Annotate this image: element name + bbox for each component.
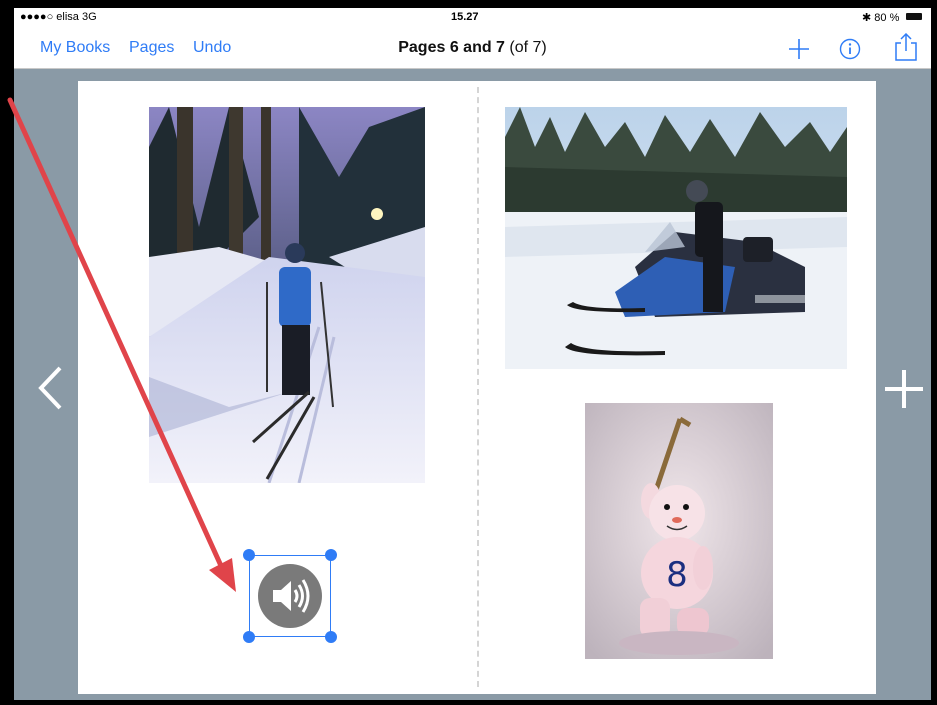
resize-handle-bottom-left[interactable] — [243, 631, 255, 643]
plus-icon[interactable] — [788, 38, 810, 60]
book-spread: 8 — [78, 81, 876, 694]
page-title-pages: Pages 6 and 7 — [398, 39, 505, 56]
resize-handle-top-right[interactable] — [325, 549, 337, 561]
page-divider — [477, 87, 479, 687]
speaker-icon[interactable] — [257, 563, 323, 629]
carrier-signal: ●●●●○ elisa 3G — [20, 11, 97, 23]
audio-clip-selection[interactable] — [243, 549, 337, 643]
app-window: ●●●●○ elisa 3G 15.27 ✱ 80 % My Books Pag… — [14, 8, 931, 700]
resize-handle-top-left[interactable] — [243, 549, 255, 561]
svg-text:8: 8 — [666, 555, 688, 595]
snowmobile-photo[interactable] — [505, 107, 847, 369]
resize-handle-bottom-right[interactable] — [325, 631, 337, 643]
info-icon[interactable] — [839, 38, 861, 60]
skier-photo[interactable] — [149, 107, 425, 483]
page-title-count: (of 7) — [509, 39, 547, 56]
share-icon[interactable] — [895, 33, 917, 61]
add-page-plus-icon[interactable] — [883, 368, 925, 410]
snow-sculpture-photo[interactable]: 8 — [585, 403, 773, 659]
clock: 15.27 — [451, 11, 479, 23]
navigation-bar: My Books Pages Undo Pages 6 and 7 (of 7) — [14, 26, 931, 69]
battery-level: ✱ 80 % — [862, 12, 900, 24]
battery-icon — [906, 13, 922, 20]
status-bar: ●●●●○ elisa 3G 15.27 ✱ 80 % — [14, 8, 931, 26]
chevron-left-icon[interactable] — [38, 366, 64, 410]
